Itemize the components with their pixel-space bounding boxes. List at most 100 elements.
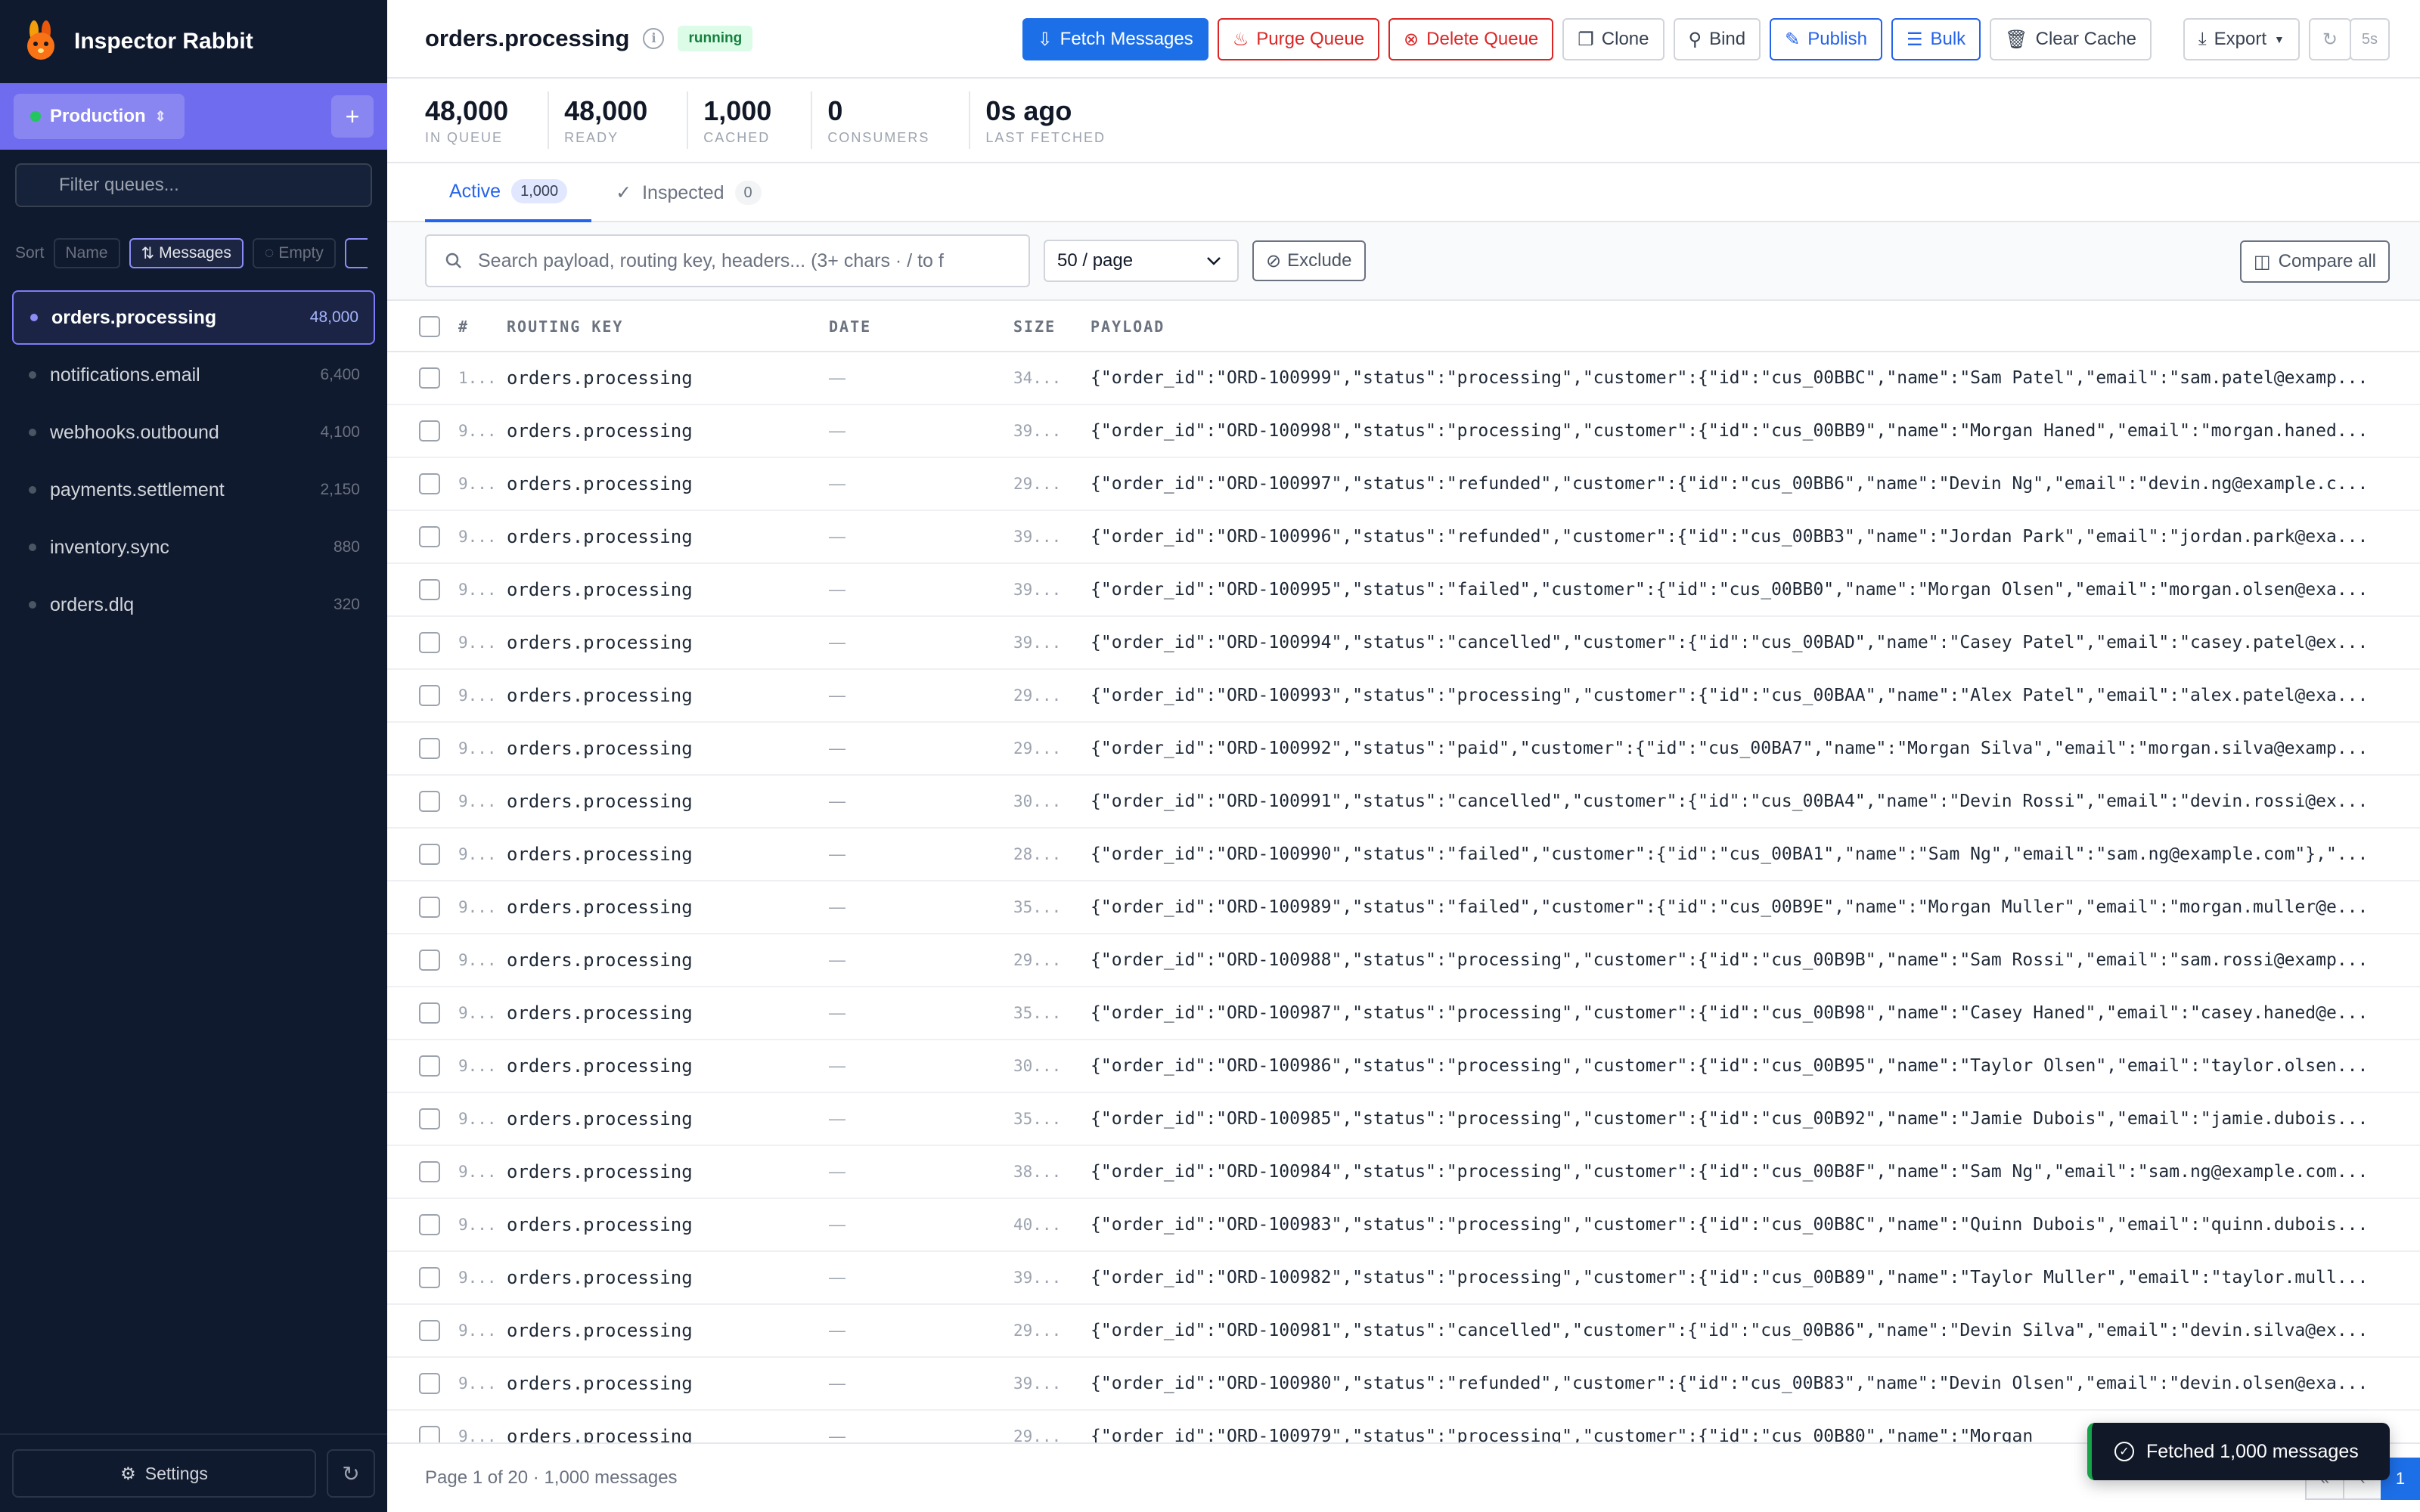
clone-button[interactable]: ❐ Clone <box>1562 18 1665 60</box>
column-header-size[interactable]: SIZE <box>1013 318 1091 336</box>
row-checkbox[interactable] <box>419 473 440 494</box>
row-checkbox[interactable] <box>419 1426 440 1442</box>
queue-item-inventory-sync[interactable]: inventory.sync 880 <box>12 520 375 575</box>
row-payload: {"order_id":"ORD-100987","status":"proce… <box>1091 1003 2369 1023</box>
table-row[interactable]: 9... orders.processing — 30... {"order_id":"… <box>387 1040 2420 1093</box>
auto-refresh-button[interactable]: ↻ <box>2308 18 2351 60</box>
row-checkbox[interactable] <box>419 1161 440 1182</box>
row-checkbox[interactable] <box>419 1214 440 1235</box>
row-number: 9... <box>458 581 497 599</box>
row-checkbox[interactable] <box>419 738 440 759</box>
queue-dot <box>29 544 36 551</box>
sort-by-messages-button[interactable]: ⇅ Messages <box>129 238 244 268</box>
overflow-chip[interactable] <box>344 238 368 268</box>
settings-button[interactable]: ⚙ Settings <box>12 1449 316 1498</box>
compare-all-button[interactable]: ◫ Compare all <box>2239 240 2390 283</box>
row-checkbox[interactable] <box>419 1002 440 1024</box>
delete-queue-button[interactable]: ⊗ Delete Queue <box>1388 18 1554 60</box>
row-checkbox[interactable] <box>419 1373 440 1394</box>
row-checkbox[interactable] <box>419 844 440 865</box>
page-size-select[interactable]: 50 / page <box>1044 240 1239 282</box>
search-input[interactable]: Search payload, routing key, headers... … <box>425 234 1030 287</box>
column-header-routing-key[interactable]: ROUTING KEY <box>507 318 829 336</box>
tab-inspected[interactable]: ✓ Inspected 0 <box>591 163 786 222</box>
row-number: 1... <box>458 369 497 387</box>
table-row[interactable]: 9... orders.processing — 39... {"order_id":"… <box>387 1358 2420 1411</box>
table-row[interactable]: 9... orders.processing — 35... {"order_id":"… <box>387 987 2420 1040</box>
refresh-interval-select[interactable]: 5s <box>2349 18 2390 60</box>
table-row[interactable]: 9... orders.processing — 29... {"order_id":"… <box>387 1305 2420 1358</box>
add-environment-button[interactable]: + <box>331 95 374 138</box>
queue-item-notifications-email[interactable]: notifications.email 6,400 <box>12 348 375 402</box>
row-date: — <box>829 1109 845 1128</box>
row-number: 9... <box>458 686 497 705</box>
column-header-payload[interactable]: PAYLOAD <box>1091 318 2420 336</box>
table-row[interactable]: 9... orders.processing — 35... {"order_id":"… <box>387 881 2420 934</box>
queue-item-webhooks-outbound[interactable]: webhooks.outbound 4,100 <box>12 405 375 460</box>
table-row[interactable]: 9... orders.processing — 29... {"order_id":"… <box>387 670 2420 723</box>
column-header-date[interactable]: DATE <box>829 318 1013 336</box>
exclude-button[interactable]: ⊘ Exclude <box>1252 240 1366 281</box>
bind-label: Bind <box>1709 29 1746 49</box>
row-checkbox[interactable] <box>419 791 440 812</box>
table-row[interactable]: 9... orders.processing — 39... {"order_id":"… <box>387 564 2420 617</box>
select-all-checkbox[interactable] <box>419 316 440 337</box>
row-checkbox[interactable] <box>419 579 440 600</box>
table-row[interactable]: 9... orders.processing — 30... {"order_id":"… <box>387 776 2420 829</box>
row-date: — <box>829 527 845 546</box>
row-checkbox[interactable] <box>419 897 440 918</box>
export-button[interactable]: ⤓ Export ▼ <box>2183 18 2300 60</box>
table-row[interactable]: 9... orders.processing — 29... {"order_id":"… <box>387 934 2420 987</box>
bind-button[interactable]: ⚲ Bind <box>1673 18 1761 60</box>
row-checkbox[interactable] <box>419 367 440 389</box>
info-icon[interactable]: i <box>643 28 665 49</box>
table-row[interactable]: 9... orders.processing — 40... {"order_id":"… <box>387 1199 2420 1252</box>
environment-select[interactable]: Production ⇕ <box>14 94 185 139</box>
publish-button[interactable]: ✎ Publish <box>1770 18 1882 60</box>
queue-item-payments-settlement[interactable]: payments.settlement 2,150 <box>12 463 375 517</box>
table-row[interactable]: 9... orders.processing — 39... {"order_id":"… <box>387 1252 2420 1305</box>
row-checkbox[interactable] <box>419 1055 440 1077</box>
delete-label: Delete Queue <box>1426 29 1539 49</box>
row-size: 29... <box>1013 686 1062 705</box>
row-checkbox[interactable] <box>419 1108 440 1129</box>
sort-empty-label: Empty <box>278 244 324 262</box>
sort-icon: ⇅ <box>141 244 155 262</box>
table-row[interactable]: 9... orders.processing — 39... {"order_id":"… <box>387 617 2420 670</box>
table-row[interactable]: 9... orders.processing — 39... {"order_id":"… <box>387 405 2420 458</box>
queue-item-orders-dlq[interactable]: orders.dlq 320 <box>12 578 375 632</box>
row-checkbox[interactable] <box>419 526 440 547</box>
row-size: 29... <box>1013 1321 1062 1340</box>
clear-cache-button[interactable]: 🗑 Clear Cache <box>1990 18 2152 60</box>
row-checkbox[interactable] <box>419 950 440 971</box>
table-row[interactable]: 9... orders.processing — 28... {"order_id":"… <box>387 829 2420 881</box>
table-row[interactable]: 9... orders.processing — 39... {"order_id":"… <box>387 511 2420 564</box>
row-checkbox[interactable] <box>419 632 440 653</box>
row-checkbox[interactable] <box>419 685 440 706</box>
sort-by-name-button[interactable]: Name <box>53 238 120 268</box>
filter-queues-input[interactable]: Filter queues... <box>15 163 372 207</box>
column-header-num[interactable]: # <box>458 318 507 336</box>
queue-item-orders-processing[interactable]: orders.processing 48,000 <box>12 290 375 345</box>
table-row[interactable]: 1... orders.processing — 34... {"order_id":"… <box>387 352 2420 405</box>
filter-empty-button[interactable]: ◌ Empty <box>252 238 336 268</box>
bulk-button[interactable]: ☰ Bulk <box>1891 18 1981 60</box>
stats-bar: 48,000 IN QUEUE 48,000 READY 1,000 CACHE… <box>387 79 2420 163</box>
row-routing-key: orders.processing <box>507 791 693 812</box>
row-checkbox[interactable] <box>419 1320 440 1341</box>
table-row[interactable]: 9... orders.processing — 29... {"order_id":"… <box>387 458 2420 511</box>
purge-queue-button[interactable]: ♨ Purge Queue <box>1217 18 1380 60</box>
refresh-queues-button[interactable]: ↻ <box>327 1449 375 1498</box>
row-date: — <box>829 1374 845 1393</box>
brand[interactable]: Inspector Rabbit <box>0 0 387 83</box>
table-row[interactable]: 9... orders.processing — 29... {"order_id":"… <box>387 723 2420 776</box>
row-checkbox[interactable] <box>419 420 440 442</box>
tab-active[interactable]: Active 1,000 <box>425 163 592 222</box>
fetch-messages-button[interactable]: ⇩ Fetch Messages <box>1022 18 1208 60</box>
stat-value: 0s ago <box>985 94 1072 126</box>
table-row[interactable]: 9... orders.processing — 38... {"order_id":"… <box>387 1146 2420 1199</box>
stat-value: 48,000 <box>425 94 509 126</box>
row-checkbox[interactable] <box>419 1267 440 1288</box>
pagination-summary: Page 1 of 20 · 1,000 messages <box>425 1467 678 1488</box>
table-row[interactable]: 9... orders.processing — 35... {"order_id":"… <box>387 1093 2420 1146</box>
